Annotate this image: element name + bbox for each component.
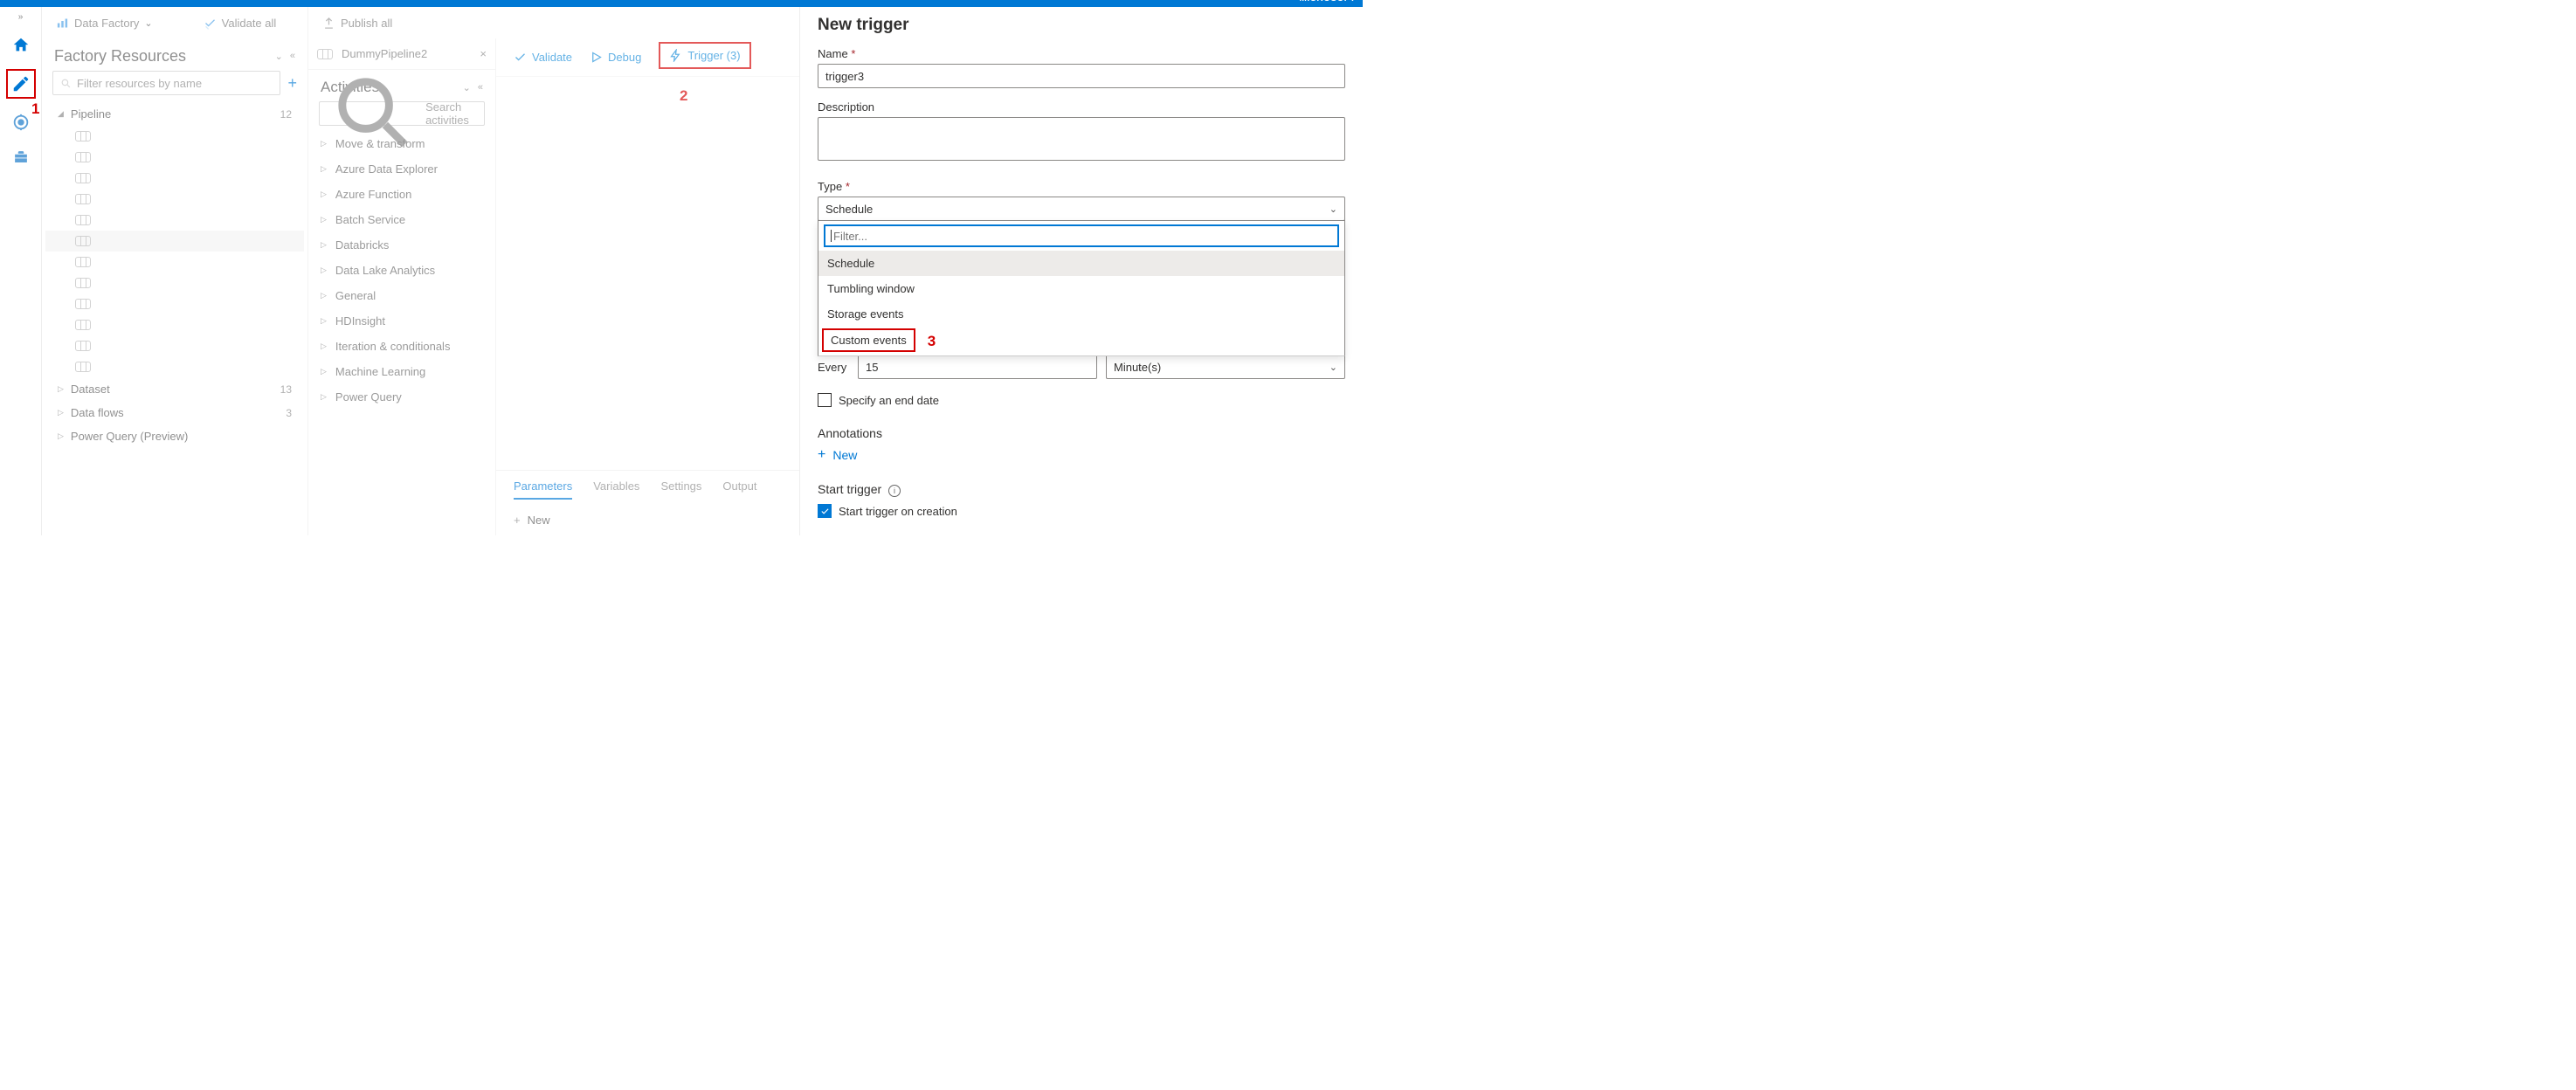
- pipeline-item[interactable]: [45, 168, 304, 189]
- type-label: Type *: [818, 180, 1345, 193]
- type-select[interactable]: Schedule ⌄: [818, 197, 1345, 221]
- author-icon-highlighted[interactable]: [6, 69, 36, 99]
- activity-category[interactable]: ▷Machine Learning: [314, 359, 490, 384]
- trigger-button-highlighted[interactable]: Trigger (3): [659, 42, 750, 69]
- activity-category[interactable]: ▷Power Query: [314, 384, 490, 410]
- dataflows-section[interactable]: ▷Data flows 3: [45, 401, 304, 424]
- pipeline-item[interactable]: [45, 293, 304, 314]
- annotation-2: 2: [680, 87, 687, 105]
- option-custom-events-highlighted[interactable]: Custom events: [822, 328, 915, 352]
- pipeline-item-selected[interactable]: [45, 231, 304, 252]
- description-label: Description: [818, 100, 1345, 114]
- checkbox-unchecked-icon: [818, 393, 832, 407]
- tab-parameters[interactable]: Parameters: [514, 479, 572, 500]
- pipeline-canvas: Validate Debug Trigger (3) 2: [496, 38, 799, 535]
- data-factory-dropdown[interactable]: Data Factory ⌄: [56, 17, 153, 30]
- option-tumbling-window[interactable]: Tumbling window: [818, 276, 1344, 301]
- search-activities-input[interactable]: Search activities: [319, 101, 485, 126]
- dropdown-filter-input[interactable]: Filter...: [824, 224, 1339, 247]
- activity-category[interactable]: ▷Databricks: [314, 232, 490, 258]
- pipeline-item[interactable]: [45, 147, 304, 168]
- start-trigger-checkbox[interactable]: Start trigger on creation: [818, 504, 1345, 518]
- activities-panel: DummyPipeline2 × Activities ⌄ « Search a…: [308, 38, 496, 535]
- annotation-1: 1: [31, 100, 39, 118]
- debug-button[interactable]: Debug: [590, 51, 641, 64]
- filter-resources-input[interactable]: Filter resources by name: [52, 71, 280, 95]
- type-dropdown-open: Filter... Schedule Tumbling window Stora…: [818, 220, 1345, 356]
- activities-list: ▷Move & transform ▷Azure Data Explorer ▷…: [308, 126, 495, 415]
- activity-category[interactable]: ▷Batch Service: [314, 207, 490, 232]
- description-textarea[interactable]: [818, 117, 1345, 161]
- collapse-icon[interactable]: ⌄: [275, 51, 283, 62]
- factory-resources-title: Factory Resources: [54, 47, 186, 66]
- tab-variables[interactable]: Variables: [593, 479, 639, 500]
- every-label: Every: [818, 361, 849, 374]
- activity-category[interactable]: ▷HDInsight: [314, 308, 490, 334]
- pipeline-item[interactable]: [45, 252, 304, 272]
- validate-all-button[interactable]: Validate all: [204, 17, 277, 30]
- pipeline-item[interactable]: [45, 210, 304, 231]
- global-toolbar-right: Publish all: [308, 7, 799, 38]
- pipeline-item[interactable]: [45, 126, 304, 147]
- option-schedule[interactable]: Schedule: [818, 251, 1344, 276]
- top-bar: MICROSOFT: [0, 0, 1363, 7]
- powerquery-section[interactable]: ▷Power Query (Preview): [45, 424, 304, 448]
- home-icon[interactable]: [10, 34, 32, 57]
- global-toolbar: Data Factory ⌄ Validate all: [42, 7, 307, 38]
- new-parameter-button[interactable]: +New: [514, 514, 782, 527]
- brand-label: MICROSOFT: [1300, 0, 1357, 3]
- hide-panel-icon[interactable]: «: [478, 82, 483, 93]
- tab-settings[interactable]: Settings: [660, 479, 701, 500]
- tab-output[interactable]: Output: [722, 479, 756, 500]
- pipeline-item[interactable]: [45, 335, 304, 356]
- new-trigger-panel: New trigger Name * Description Type * Sc…: [799, 7, 1363, 535]
- pipeline-icon: [317, 49, 333, 59]
- pipeline-item[interactable]: [45, 356, 304, 377]
- add-resource-button[interactable]: +: [287, 74, 297, 93]
- collapse-icon[interactable]: ⌄: [463, 82, 471, 93]
- panel-title: New trigger: [818, 16, 1345, 35]
- nav-rail: » 1: [0, 7, 42, 535]
- new-annotation-button[interactable]: +New: [818, 447, 1345, 463]
- name-label: Name *: [818, 47, 1345, 60]
- pipeline-tab[interactable]: DummyPipeline2 ×: [308, 38, 495, 70]
- annotations-label: Annotations: [818, 426, 1345, 440]
- pipeline-section[interactable]: ◢Pipeline 12: [45, 102, 304, 126]
- validate-button[interactable]: Validate: [514, 51, 572, 64]
- every-unit-select[interactable]: Minute(s)⌄: [1106, 355, 1345, 379]
- activity-category[interactable]: ▷General: [314, 283, 490, 308]
- start-trigger-label: Start trigger i: [818, 482, 1345, 497]
- dataset-section[interactable]: ▷Dataset 13: [45, 377, 304, 401]
- close-tab-icon[interactable]: ×: [480, 47, 487, 60]
- specify-end-date-checkbox[interactable]: Specify an end date: [818, 393, 1345, 407]
- checkbox-checked-icon: [818, 504, 832, 518]
- activity-category[interactable]: ▷Data Lake Analytics: [314, 258, 490, 283]
- hide-panel-icon[interactable]: «: [290, 51, 295, 62]
- monitor-icon[interactable]: [10, 111, 32, 134]
- expand-rail-icon[interactable]: »: [18, 12, 24, 22]
- activity-category[interactable]: ▷Iteration & conditionals: [314, 334, 490, 359]
- bottom-tabs: Parameters Variables Settings Output +Ne…: [496, 470, 799, 535]
- activity-category[interactable]: ▷Azure Function: [314, 182, 490, 207]
- annotation-3: 3: [928, 333, 936, 350]
- pipeline-item[interactable]: [45, 272, 304, 293]
- info-icon[interactable]: i: [888, 485, 901, 497]
- toolbox-icon[interactable]: [10, 146, 32, 169]
- option-storage-events[interactable]: Storage events: [818, 301, 1344, 327]
- pipeline-item[interactable]: [45, 189, 304, 210]
- publish-all-button[interactable]: Publish all: [322, 17, 392, 30]
- name-input[interactable]: [818, 64, 1345, 88]
- pipeline-item[interactable]: [45, 314, 304, 335]
- every-value-input[interactable]: 15: [858, 355, 1097, 379]
- factory-resources-panel: Data Factory ⌄ Validate all Factory Reso…: [42, 7, 308, 535]
